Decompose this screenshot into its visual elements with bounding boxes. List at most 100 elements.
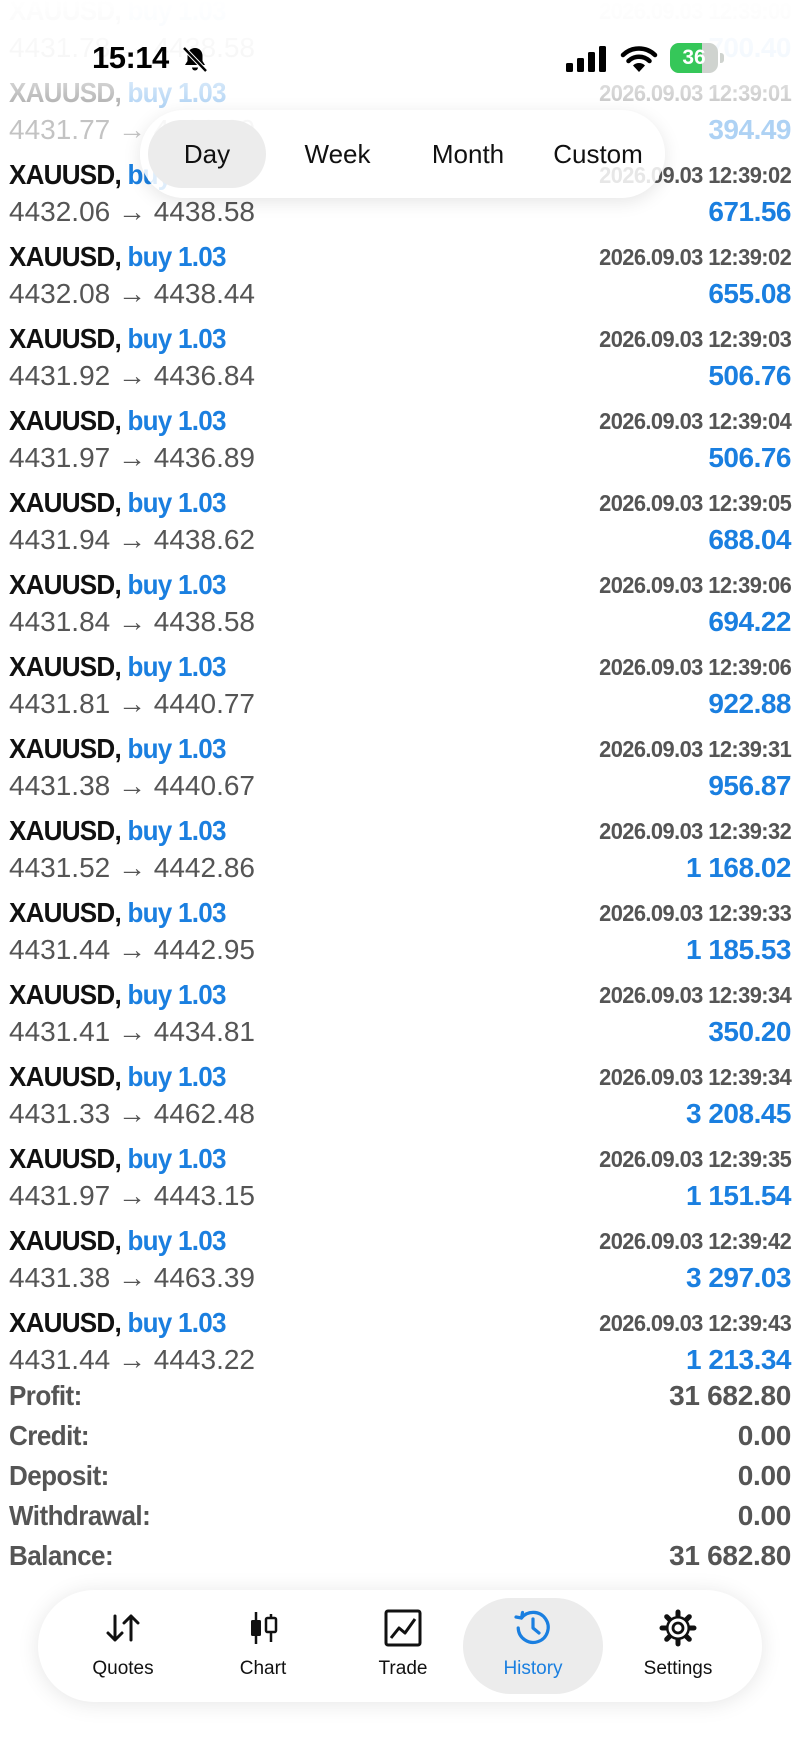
arrow-right-icon: →	[110, 770, 154, 801]
totals-balance-label: Balance:	[9, 1540, 114, 1571]
trade-side-volume: buy 1.03	[127, 979, 226, 1010]
trade-time: 2026.09.03 12:39:35	[598, 1146, 792, 1172]
totals-profit-row: Profit: 31 682.80	[0, 1376, 800, 1416]
trade-time: 2026.09.03 12:39:34	[598, 982, 792, 1008]
tab-month[interactable]: Month	[403, 120, 533, 188]
trade-profit: 350.20	[708, 1016, 791, 1047]
totals-credit-row: Credit: 0.00	[0, 1416, 800, 1456]
battery-cap	[720, 53, 724, 63]
nav-trade[interactable]: Trade	[333, 1598, 473, 1694]
trade-prices: 4431.84 → 4438.58	[9, 606, 255, 638]
trade-side-volume: buy 1.03	[127, 405, 226, 436]
trade-row[interactable]: XAUUSD, buy 1.03 2026.09.03 12:39:05 4431.…	[0, 474, 800, 556]
nav-quotes-label: Quotes	[92, 1658, 154, 1679]
trade-row[interactable]: XAUUSD, buy 1.03 2026.09.03 12:39:06 4431.…	[0, 638, 800, 720]
status-time: 15:14	[92, 40, 169, 75]
account-totals: Profit: 31 682.80 Credit: 0.00 Deposit: …	[0, 1376, 800, 1576]
trade-row[interactable]: XAUUSD, buy 1.03 2026.09.03 12:39:35 4431.…	[0, 1130, 800, 1212]
trade-side-volume: buy 1.03	[127, 487, 226, 518]
trade-symbol-name: XAUUSD,	[9, 1307, 122, 1338]
trade-row[interactable]: XAUUSD, buy 1.03 2026.09.03 12:39:31 4431.…	[0, 720, 800, 802]
trade-row[interactable]: XAUUSD, buy 1.03 2026.09.03 12:39:42 4431.…	[0, 1212, 800, 1294]
silent-bell-icon	[182, 46, 208, 73]
totals-deposit-value: 0.00	[737, 1460, 792, 1491]
trade-row[interactable]: XAUUSD, buy 1.03 2026.09.03 12:39:33 4431.…	[0, 884, 800, 966]
history-screen: XAUUSD, buy 1.032026.09.03 12:39:004431.…	[0, 0, 800, 1739]
battery-indicator: 36	[670, 43, 724, 73]
trade-symbol: XAUUSD, buy 1.03	[9, 1061, 226, 1093]
trade-symbol: XAUUSD, buy 1.03	[9, 405, 226, 437]
tab-week[interactable]: Week	[275, 120, 400, 188]
totals-profit-label: Profit:	[9, 1380, 82, 1411]
trade-profit: 956.87	[708, 770, 791, 801]
nav-settings[interactable]: Settings	[608, 1598, 748, 1694]
trade-symbol-name: XAUUSD,	[9, 733, 122, 764]
trade-prices: 4431.97 → 4443.15	[9, 1180, 255, 1212]
trade-side-volume: buy 1.03	[127, 1143, 226, 1174]
trade-time: 2026.09.03 12:39:04	[598, 408, 792, 434]
tab-day[interactable]: Day	[148, 120, 266, 188]
trade-close-price: 4438.58	[153, 606, 255, 637]
trade-open-price: 4432.08	[9, 278, 111, 309]
tab-custom[interactable]: Custom	[533, 120, 663, 188]
trade-prices: 4431.97 → 4436.89	[9, 442, 255, 474]
trade-open-price: 4431.52	[9, 852, 111, 883]
trade-open-price: 4431.38	[9, 770, 111, 801]
trade-open-price: 4431.92	[9, 360, 111, 391]
nav-history[interactable]: History	[463, 1598, 603, 1694]
arrow-right-icon: →	[110, 1180, 154, 1211]
trade-time: 2026.09.03 12:39:34	[598, 1064, 792, 1090]
trade-time: 2026.09.03 12:39:32	[598, 818, 792, 844]
trade-open-price: 4431.81	[9, 688, 111, 719]
trade-profit: 688.04	[708, 524, 791, 555]
trade-row[interactable]: XAUUSD, buy 1.03 2026.09.03 12:39:43 4431.…	[0, 1294, 800, 1376]
nav-trade-label: Trade	[378, 1658, 428, 1679]
trade-profit: 671.56	[708, 196, 791, 227]
trade-symbol-name: XAUUSD,	[9, 979, 122, 1010]
trade-open-price: 4431.84	[9, 606, 111, 637]
period-selector: Day Week Month Custom	[140, 110, 665, 198]
arrow-right-icon: →	[110, 934, 154, 965]
totals-withdrawal-row: Withdrawal: 0.00	[0, 1496, 800, 1536]
arrow-right-icon: →	[110, 1262, 154, 1293]
trade-row[interactable]: XAUUSD, buy 1.03 2026.09.03 12:39:04 4431.…	[0, 392, 800, 474]
history-clock-icon	[514, 1610, 550, 1644]
trade-chart-icon	[384, 1609, 422, 1647]
trade-time: 2026.09.03 12:39:43	[598, 1310, 792, 1336]
trade-row[interactable]: XAUUSD, buy 1.03 2026.09.03 12:39:06 4431.…	[0, 556, 800, 638]
nav-history-label: History	[503, 1658, 563, 1679]
trade-open-price: 4431.97	[9, 442, 111, 473]
totals-deposit-label: Deposit:	[9, 1460, 109, 1491]
trade-open-price: 4431.77	[9, 114, 111, 145]
nav-quotes[interactable]: Quotes	[53, 1598, 193, 1694]
totals-withdrawal-value: 0.00	[737, 1500, 792, 1531]
totals-profit-value: 31 682.80	[669, 1380, 791, 1411]
trade-row[interactable]: XAUUSD, buy 1.03 2026.09.03 12:39:03 4431.…	[0, 310, 800, 392]
trade-row[interactable]: XAUUSD, buy 1.03 2026.09.03 12:39:02 4432.…	[0, 228, 800, 310]
candlestick-chart-icon	[251, 1612, 278, 1644]
trade-open-price: 4432.06	[9, 196, 111, 227]
trade-symbol-name: XAUUSD,	[9, 897, 122, 928]
trade-symbol: XAUUSD, buy 1.03	[9, 241, 226, 273]
trade-prices: 4431.38 → 4463.39	[9, 1262, 255, 1294]
nav-chart[interactable]: Chart	[193, 1598, 333, 1694]
totals-credit-value: 0.00	[737, 1420, 792, 1451]
trade-row[interactable]: XAUUSD, buy 1.03 2026.09.03 12:39:34 4431.…	[0, 1048, 800, 1130]
trade-close-price: 4440.77	[153, 688, 255, 719]
trade-close-price: 4462.48	[153, 1098, 255, 1129]
trade-prices: 4431.44 → 4442.95	[9, 934, 255, 966]
arrow-right-icon: →	[110, 524, 154, 555]
trade-time: 2026.09.03 12:39:06	[598, 654, 792, 680]
arrow-right-icon: →	[110, 1016, 154, 1047]
nav-chart-label: Chart	[239, 1658, 287, 1679]
trade-side-volume: buy 1.03	[127, 733, 226, 764]
trade-symbol: XAUUSD, buy 1.03	[9, 815, 226, 847]
trade-close-price: 4438.44	[153, 278, 255, 309]
trade-time: 2026.09.03 12:39:03	[598, 326, 792, 352]
trade-symbol-name: XAUUSD,	[9, 1061, 122, 1092]
arrow-right-icon: →	[110, 852, 154, 883]
trade-list[interactable]: XAUUSD, buy 1.032026.09.03 12:39:004431.…	[0, 0, 800, 1376]
trade-row[interactable]: XAUUSD, buy 1.03 2026.09.03 12:39:32 4431.…	[0, 802, 800, 884]
trade-row[interactable]: XAUUSD, buy 1.03 2026.09.03 12:39:34 4431.…	[0, 966, 800, 1048]
trade-prices: 4431.92 → 4436.84	[9, 360, 255, 392]
